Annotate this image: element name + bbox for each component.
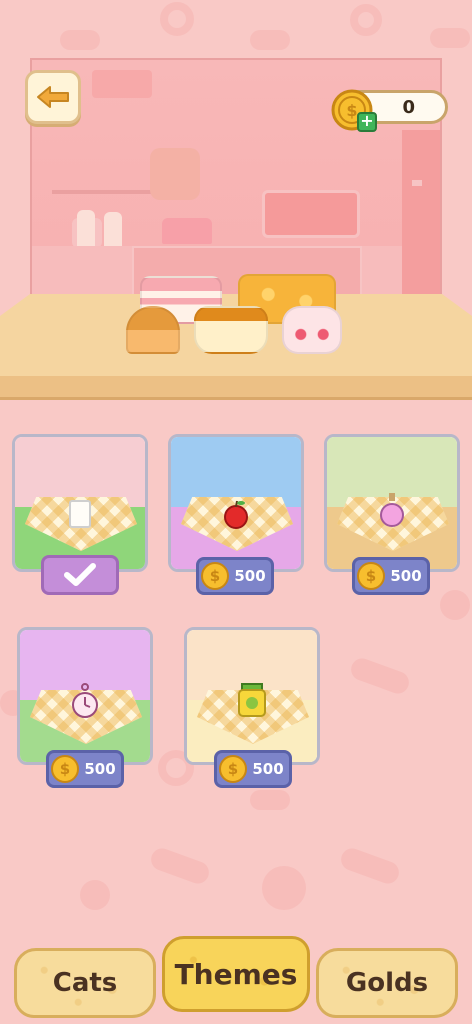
potion-bottle-icon <box>380 493 404 527</box>
pocket-watch-icon <box>72 683 98 718</box>
theme-card-clock[interactable] <box>17 627 153 765</box>
tab-themes[interactable]: Themes <box>162 936 310 1012</box>
tab-golds[interactable]: Golds <box>316 948 458 1018</box>
buy-theme-potion-button[interactable]: $ 500 <box>352 557 430 595</box>
plus-icon: + <box>360 111 374 130</box>
price-label: 500 <box>84 760 116 778</box>
milk-glass-icon <box>69 500 91 528</box>
theme-card-jar[interactable] <box>184 627 320 765</box>
buy-theme-apple-button[interactable]: $ 500 <box>196 557 274 595</box>
coin-icon: $ <box>51 755 79 783</box>
price-label: 500 <box>252 760 284 778</box>
theme-card-apple[interactable] <box>168 434 304 572</box>
buy-theme-clock-button[interactable]: $ 500 <box>46 750 124 788</box>
owned-check-button[interactable] <box>41 555 119 595</box>
price-label: 500 <box>390 567 422 585</box>
coin-count: 0 <box>402 97 415 118</box>
coin-icon: $ <box>201 562 229 590</box>
apple-icon <box>224 500 248 529</box>
price-label: 500 <box>234 567 266 585</box>
coin-icon: $ <box>357 562 385 590</box>
check-icon <box>64 563 96 586</box>
coin-icon: $ <box>219 755 247 783</box>
buy-theme-jar-button[interactable]: $ 500 <box>214 750 292 788</box>
add-coins-button[interactable]: + <box>357 112 377 132</box>
back-arrow-icon <box>37 86 69 108</box>
muffin <box>126 306 180 354</box>
jam-jar-icon <box>238 683 266 717</box>
theme-card-milk[interactable] <box>12 434 148 572</box>
caramel-pudding <box>194 306 268 354</box>
tab-golds-label: Golds <box>345 968 429 998</box>
theme-card-potion[interactable] <box>324 434 460 572</box>
tab-themes-label: Themes <box>174 957 298 991</box>
tab-cats[interactable]: Cats <box>14 948 156 1018</box>
kitchen-scene: 0 $ + <box>0 0 472 400</box>
back-button[interactable] <box>25 70 81 124</box>
tab-cats-label: Cats <box>52 968 118 998</box>
strawberry-shortcake <box>282 306 342 354</box>
svg-text:$: $ <box>346 101 357 120</box>
